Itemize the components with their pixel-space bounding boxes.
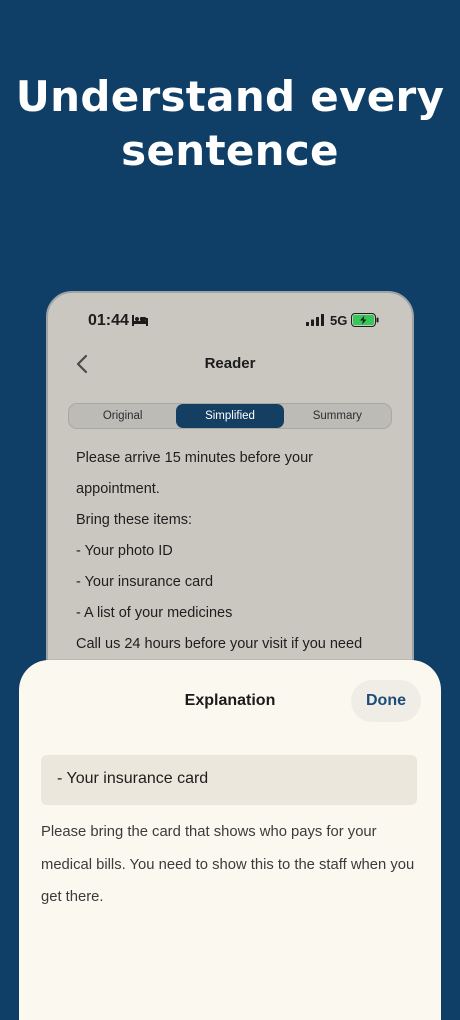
segment-original[interactable]: Original bbox=[69, 404, 176, 428]
document-line[interactable]: appointment. bbox=[76, 474, 396, 505]
explanation-sheet: Explanation Done - Your insurance card P… bbox=[19, 660, 441, 1020]
headline-line-1: Understand every bbox=[15, 72, 445, 121]
document-line[interactable]: - A list of your medicines bbox=[76, 598, 396, 629]
explanation-text: Please bring the card that shows who pay… bbox=[41, 824, 415, 905]
battery-charging-icon bbox=[351, 313, 379, 327]
segment-summary[interactable]: Summary bbox=[284, 404, 391, 428]
document-line[interactable]: Please arrive 15 minutes before your bbox=[76, 443, 396, 474]
document-line[interactable]: - Your photo ID bbox=[76, 536, 396, 567]
segment-simplified[interactable]: Simplified bbox=[176, 404, 284, 428]
nav-title: Reader bbox=[204, 355, 256, 372]
selected-text-box: - Your insurance card bbox=[41, 755, 417, 805]
status-bar: 01:44 5G bbox=[48, 293, 412, 353]
network-label: 5G bbox=[330, 313, 348, 328]
document-line[interactable]: - Your insurance card bbox=[76, 567, 396, 598]
bed-icon bbox=[132, 315, 148, 326]
document-text: Please arrive 15 minutes before your app… bbox=[76, 443, 396, 660]
view-mode-segmented-control: Original Simplified Summary bbox=[68, 403, 392, 429]
status-time: 01:44 bbox=[88, 312, 129, 329]
document-line[interactable]: Bring these items: bbox=[76, 505, 396, 536]
headline: Understand every sentence bbox=[0, 70, 460, 178]
done-button[interactable]: Done bbox=[351, 680, 421, 722]
signal-icon bbox=[306, 314, 324, 326]
document-line[interactable]: Call us 24 hours before your visit if yo… bbox=[76, 629, 396, 660]
selected-text: - Your insurance card bbox=[57, 770, 209, 787]
headline-line-2: sentence bbox=[121, 126, 339, 175]
